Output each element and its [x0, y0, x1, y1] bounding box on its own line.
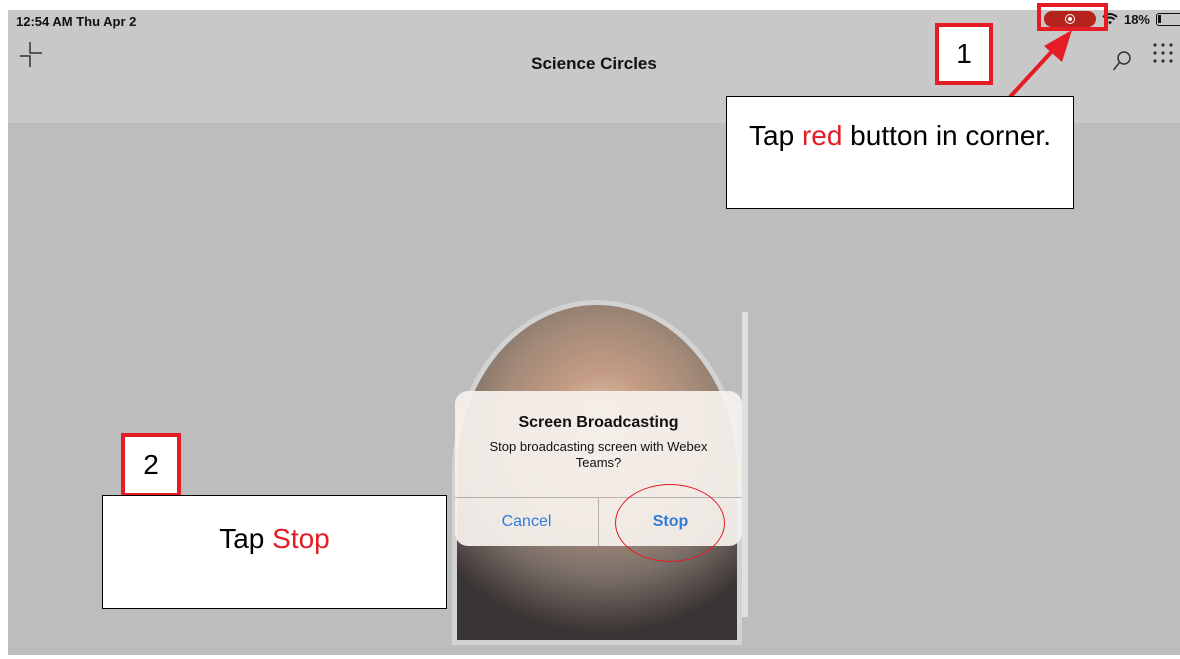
step-1-text-red: red — [801, 120, 843, 151]
status-time: 12:54 AM Thu Apr 2 — [16, 14, 137, 29]
search-icon[interactable] — [1112, 50, 1132, 72]
recording-button-highlight — [1037, 3, 1108, 31]
step-2-badge: 2 — [121, 433, 181, 497]
stop-highlight-circle — [615, 484, 725, 562]
step-2-text-a: Tap — [219, 523, 273, 554]
step-1-text-a: Tap — [749, 120, 802, 151]
video-frame-edge — [742, 312, 748, 617]
battery-icon — [1156, 12, 1180, 26]
step-1-badge: 1 — [935, 23, 993, 85]
step-1-callout: Tap red button in corner. — [726, 96, 1074, 209]
battery-percent: 18% — [1123, 11, 1150, 27]
alert-title: Screen Broadcasting — [518, 414, 679, 431]
step-2-text-red: Stop — [272, 523, 330, 554]
page-title: Science Circles — [531, 54, 657, 73]
alert-message: Stop broadcasting screen with Webex Team… — [489, 439, 708, 470]
step-1-text-b: button in corner. — [842, 120, 1051, 151]
step-2-callout: Tap Stop — [102, 495, 447, 609]
apps-grid-icon[interactable] — [1152, 42, 1174, 64]
cancel-button[interactable]: Cancel — [455, 497, 598, 546]
